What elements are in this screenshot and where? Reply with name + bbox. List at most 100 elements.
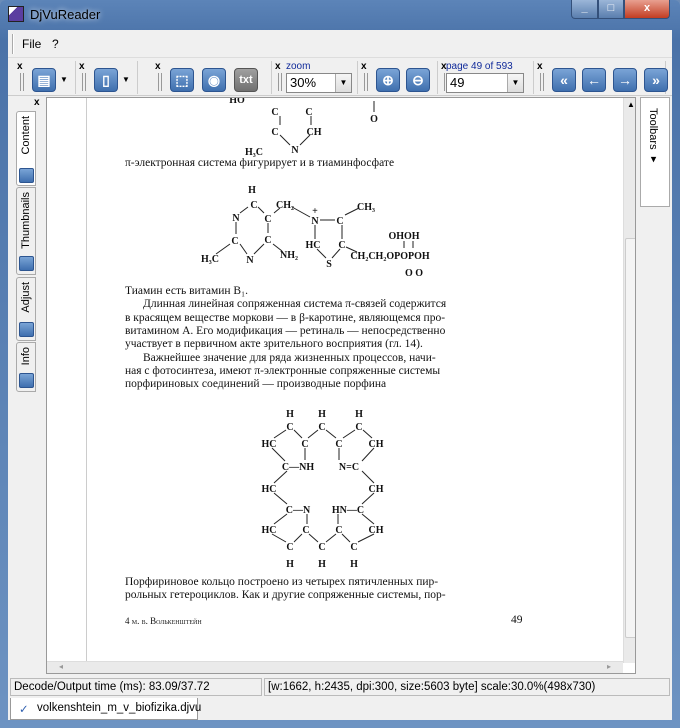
- tab-content[interactable]: Content: [16, 111, 36, 186]
- bond-line: [331, 248, 341, 259]
- select-text-button[interactable]: txt: [234, 68, 258, 92]
- atom-label: C: [350, 542, 357, 553]
- close-icon[interactable]: x: [275, 61, 281, 72]
- zoom-out-button[interactable]: ⊖: [406, 68, 430, 92]
- document-check-icon: ✓: [19, 704, 29, 716]
- atom-label: HN—C: [332, 505, 364, 516]
- atom-label: HO: [229, 98, 245, 106]
- last-page-button[interactable]: »: [644, 68, 668, 92]
- prev-page-button[interactable]: ←: [582, 68, 606, 92]
- vertical-scrollbar[interactable]: ▲: [623, 98, 635, 663]
- atom-label: H₃C: [201, 254, 219, 265]
- atom-label: H: [286, 559, 294, 570]
- chevron-down-icon[interactable]: ▼: [335, 74, 351, 92]
- menu-grip: [12, 34, 14, 54]
- page-text-line: π-электронная система фигурирует и в тиа…: [125, 157, 395, 169]
- bond-line: [342, 429, 356, 439]
- atom-label: C: [336, 216, 343, 227]
- horizontal-scrollbar[interactable]: ◂ ▸: [47, 661, 623, 673]
- scroll-right-icon[interactable]: ▸: [607, 662, 611, 671]
- page-select[interactable]: 49 ▼: [446, 73, 524, 93]
- select-image-button[interactable]: ◉: [202, 68, 226, 92]
- select-region-button[interactable]: ⬚: [170, 68, 194, 92]
- atom-label: N: [291, 145, 299, 156]
- chevron-down-icon[interactable]: ▼: [507, 74, 523, 92]
- tab-info[interactable]: Info: [16, 342, 36, 392]
- page-text-line: рольных гетероциклов. Как и другие сопря…: [125, 589, 446, 602]
- zoom-in-button[interactable]: ⊕: [376, 68, 400, 92]
- bond-line: [299, 134, 311, 146]
- document-view[interactable]: HO C C O C CH H₃C N H C CH₂ N C N + C CH₃ HC C C C OHOH H₃C N NH…: [46, 97, 636, 674]
- toolbar-grip[interactable]: [158, 73, 162, 91]
- atom-label: O: [370, 114, 378, 125]
- atom-label: C: [318, 542, 325, 553]
- close-icon[interactable]: x: [537, 61, 543, 72]
- bond-line: [253, 243, 265, 255]
- atom-label: O O: [405, 268, 423, 279]
- tab-adjust[interactable]: Adjust: [16, 277, 36, 341]
- page-count-label: page 49 of 593: [446, 61, 513, 72]
- menu-help[interactable]: ?: [52, 37, 59, 51]
- toolbar-grip[interactable]: [82, 73, 86, 91]
- atom-label: C: [355, 422, 362, 433]
- bond-line: [361, 470, 375, 484]
- content-icon: [19, 168, 34, 183]
- atom-label: CH: [369, 484, 384, 495]
- document-tab[interactable]: ✓ volkenshtein_m_v_biofizika.djvu: [10, 698, 201, 720]
- toolbar-grip[interactable]: [278, 73, 282, 91]
- status-page-info: [w:1662, h:2435, dpi:300, size:5603 byte…: [264, 678, 670, 696]
- toolbar-grip[interactable]: [364, 73, 368, 91]
- scroll-thumb[interactable]: [625, 238, 635, 638]
- title-bar: DjVuReader _ □ x: [0, 0, 680, 30]
- tab-thumbnails[interactable]: Thumbnails: [16, 187, 36, 275]
- close-icon[interactable]: x: [155, 61, 161, 72]
- atom-label: C: [318, 422, 325, 433]
- layout-mode-button[interactable]: ▤: [32, 68, 56, 92]
- tab-label: Adjust: [20, 282, 32, 313]
- scroll-left-icon[interactable]: ◂: [59, 662, 63, 671]
- atom-label: CH₂CH₂OPOPOH: [350, 251, 430, 262]
- sidebar-close-icon[interactable]: x: [34, 97, 40, 108]
- atom-label: C: [335, 525, 342, 536]
- bond-line: [325, 429, 337, 439]
- chevron-down-icon[interactable]: ▼: [122, 75, 130, 84]
- bond-line: [293, 533, 303, 543]
- first-page-button[interactable]: «: [552, 68, 576, 92]
- zoom-select[interactable]: 30% ▼: [286, 73, 352, 93]
- close-icon[interactable]: x: [17, 61, 23, 72]
- close-icon[interactable]: x: [361, 61, 367, 72]
- close-button[interactable]: x: [624, 0, 670, 19]
- atom-label: N=C: [339, 462, 359, 473]
- bond-line: [316, 248, 327, 259]
- menu-file[interactable]: File: [22, 37, 41, 51]
- page-text-line: Порфириновое кольцо построено из четырех…: [125, 576, 439, 588]
- next-page-button[interactable]: →: [613, 68, 637, 92]
- thumbnails-icon: [19, 256, 34, 271]
- bond-line: [357, 533, 375, 543]
- bond-line: [239, 243, 248, 255]
- toolbar-grip[interactable]: [20, 73, 24, 91]
- window-title: DjVuReader: [30, 7, 101, 22]
- bond-line: [308, 533, 319, 543]
- page-footer-author: 4 м. в. Волькенштейн: [125, 616, 202, 626]
- toolbars-dock-tab[interactable]: Toolbars ▾: [640, 97, 670, 207]
- tab-label: Info: [20, 347, 32, 366]
- atom-label: HC: [262, 439, 277, 450]
- maximize-button[interactable]: □: [598, 0, 624, 19]
- left-sidebar: x Content Thumbnails Adjust Info: [8, 97, 46, 677]
- chevron-down-icon[interactable]: ▼: [60, 75, 68, 84]
- bond-line: [215, 243, 231, 255]
- bond-line: [325, 533, 337, 543]
- toolbar-grip[interactable]: [540, 73, 544, 91]
- atom-label: CH: [369, 439, 384, 450]
- close-icon[interactable]: x: [79, 61, 85, 72]
- atom-label: H: [318, 409, 326, 420]
- toolbar-group-view: x ▤ ▼: [14, 61, 76, 94]
- scroll-up-icon[interactable]: ▲: [627, 100, 635, 109]
- minimize-button[interactable]: _: [571, 0, 598, 19]
- toolbar-group-select: x ⬚ ◉ txt: [152, 61, 272, 94]
- page-mode-button[interactable]: ▯: [94, 68, 118, 92]
- atom-label: S: [326, 259, 332, 270]
- page-text-line: порфириновых соединений — производные по…: [125, 378, 387, 391]
- atom-label: NH₂: [280, 250, 298, 261]
